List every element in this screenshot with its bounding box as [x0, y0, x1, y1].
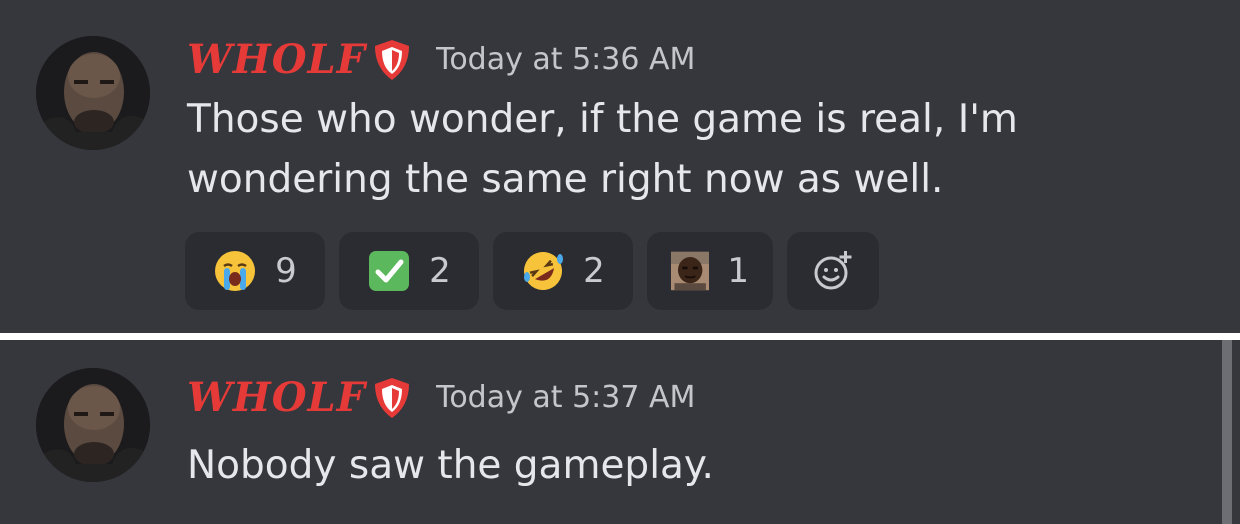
avatar[interactable]: [36, 36, 150, 150]
add-reaction-icon: [814, 251, 852, 290]
custom-face-emoji-icon: [671, 251, 710, 291]
rolling-on-floor-laughing-icon: [524, 252, 564, 290]
message-group-2: WHOLF Today at 5:37 AM Nobody saw the ga…: [0, 340, 1240, 524]
shield-badge-icon: [372, 38, 412, 82]
message-group-1: WHOLF Today at 5:36 AM Those who wonder,…: [0, 0, 1240, 333]
loudly-crying-face-icon: [215, 251, 256, 291]
reaction-count: 2: [429, 251, 451, 291]
message-line: Nobody saw the gameplay.: [187, 443, 714, 488]
reaction-custom-face[interactable]: 1: [647, 232, 773, 310]
reaction-count: 9: [275, 251, 297, 291]
message-text: Nobody saw the gameplay.: [187, 436, 1177, 496]
username[interactable]: WHOLF: [187, 36, 366, 83]
timestamp: Today at 5:37 AM: [436, 380, 696, 415]
shield-badge-icon: [372, 376, 412, 420]
add-reaction-button[interactable]: [787, 232, 879, 310]
scrollbar[interactable]: [1222, 340, 1232, 524]
check-mark-button-icon: [369, 251, 410, 291]
username[interactable]: WHOLF: [187, 374, 366, 421]
reaction-count: 1: [727, 251, 749, 291]
avatar[interactable]: [36, 368, 150, 482]
message-line: wondering the same right now as well.: [187, 157, 944, 202]
message-line: Those who wonder, if the game is real, I…: [187, 97, 1018, 142]
message-header: WHOLF Today at 5:37 AM: [187, 374, 695, 421]
message-header: WHOLF Today at 5:36 AM: [187, 36, 695, 83]
reaction-rofl[interactable]: 2: [493, 232, 633, 310]
message-text: Those who wonder, if the game is real, I…: [187, 90, 1177, 210]
reaction-crying[interactable]: 9: [185, 232, 325, 310]
reaction-checkmark[interactable]: 2: [339, 232, 479, 310]
timestamp: Today at 5:36 AM: [436, 42, 696, 77]
reaction-bar: 9 2 2 1: [185, 232, 879, 310]
reaction-count: 2: [583, 251, 605, 291]
